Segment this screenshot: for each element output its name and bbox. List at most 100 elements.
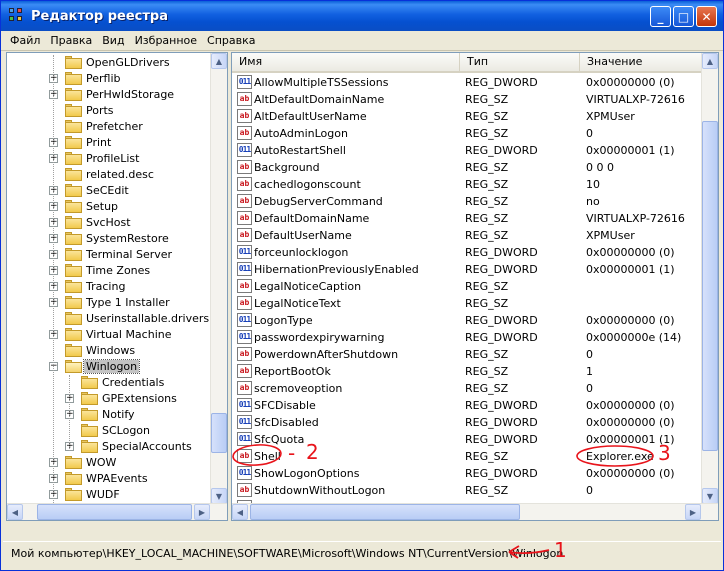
tree-item[interactable]: Credentials	[7, 375, 212, 391]
minimize-button[interactable]: _	[650, 6, 671, 27]
menu-view[interactable]: Вид	[97, 34, 129, 47]
tree-item-label[interactable]: Winlogon	[82, 359, 141, 374]
scroll-up-arrow-icon[interactable]: ▲	[211, 53, 227, 69]
list-vertical-scrollbar[interactable]: ▲ ▼	[701, 53, 718, 504]
menu-edit[interactable]: Правка	[45, 34, 97, 47]
tree-horizontal-scrollbar[interactable]: ◀ ▶	[7, 503, 227, 520]
column-type[interactable]: Тип	[460, 53, 580, 71]
tree-item-label[interactable]: OpenGLDrivers	[84, 56, 172, 69]
tree-item[interactable]: related.desc	[7, 167, 212, 183]
value-row[interactable]: ab LegalNoticeText REG_SZ	[232, 295, 703, 312]
tree-item-label[interactable]: Ports	[84, 104, 116, 117]
tree-item-label[interactable]: WUDF	[84, 488, 122, 501]
tree-item[interactable]: − Winlogon	[7, 359, 212, 375]
tree-item-label[interactable]: PerHwIdStorage	[84, 88, 176, 101]
tree-item-label[interactable]: Perflib	[84, 72, 123, 85]
tree-item[interactable]: + WUDF	[7, 487, 212, 503]
tree-item[interactable]: OpenGLDrivers	[7, 55, 212, 71]
list-scroll-up-arrow-icon[interactable]: ▲	[702, 53, 718, 69]
tree-item-label[interactable]: Prefetcher	[84, 120, 145, 133]
tree-item-label[interactable]: SeCEdit	[84, 184, 131, 197]
tree-item[interactable]: SCLogon	[7, 423, 212, 439]
maximize-button[interactable]: □	[673, 6, 694, 27]
value-row[interactable]: ab Background REG_SZ 0 0 0	[232, 159, 703, 176]
tree-item-label[interactable]: Terminal Server	[84, 248, 174, 261]
tree-item-label[interactable]: Notify	[100, 408, 137, 421]
list-scroll-thumb[interactable]	[702, 121, 718, 451]
tree-item[interactable]: + GPExtensions	[7, 391, 212, 407]
tree-item-label[interactable]: WOW	[84, 456, 118, 469]
value-row[interactable]: ab AltDefaultDomainName REG_SZ VIRTUALXP-72…	[232, 91, 703, 108]
tree-item[interactable]: Ports	[7, 103, 212, 119]
tree-item-label[interactable]: ProfileList	[84, 152, 141, 165]
close-button[interactable]: ✕	[696, 6, 717, 27]
value-row[interactable]: ab AutoAdminLogon REG_SZ 0	[232, 125, 703, 142]
list-hscroll-thumb[interactable]	[250, 504, 520, 520]
value-row[interactable]: ab Shell REG_SZ Explorer.exe	[232, 448, 703, 465]
list-scroll-down-arrow-icon[interactable]: ▼	[702, 488, 718, 504]
value-row[interactable]: 011 HibernationPreviouslyEnabled REG_DWORD…	[232, 261, 703, 278]
tree-item-label[interactable]: Setup	[84, 200, 120, 213]
tree-item[interactable]: + Print	[7, 135, 212, 151]
value-row[interactable]: 011 LogonType REG_DWORD 0x00000000 (0)	[232, 312, 703, 329]
tree-item-label[interactable]: SystemRestore	[84, 232, 171, 245]
tree-hscroll-thumb[interactable]	[37, 504, 192, 520]
tree-item-label[interactable]: Userinstallable.drivers	[84, 312, 211, 325]
tree-item[interactable]: + PerHwIdStorage	[7, 87, 212, 103]
value-row[interactable]: ab scremoveoption REG_SZ 0	[232, 380, 703, 397]
tree-item[interactable]: Prefetcher	[7, 119, 212, 135]
column-name[interactable]: Имя	[232, 53, 460, 71]
value-row[interactable]: ab DebugServerCommand REG_SZ no	[232, 193, 703, 210]
value-row[interactable]: ab LegalNoticeCaption REG_SZ	[232, 278, 703, 295]
tree-item-label[interactable]: Time Zones	[84, 264, 152, 277]
tree-item[interactable]: + Virtual Machine	[7, 327, 212, 343]
value-row[interactable]: 011 AutoRestartShell REG_DWORD 0x00000001 (…	[232, 142, 703, 159]
tree-item[interactable]: + Time Zones	[7, 263, 212, 279]
tree-item[interactable]: + SystemRestore	[7, 231, 212, 247]
value-row[interactable]: 011 passwordexpirywarning REG_DWORD 0x00000…	[232, 329, 703, 346]
tree-item[interactable]: + SvcHost	[7, 215, 212, 231]
tree-item[interactable]: Userinstallable.drivers	[7, 311, 212, 327]
title-bar[interactable]: Редактор реестра _ □ ✕	[1, 1, 723, 31]
scroll-down-arrow-icon[interactable]: ▼	[211, 488, 227, 504]
tree-item[interactable]: + ProfileList	[7, 151, 212, 167]
tree-item[interactable]: + Perflib	[7, 71, 212, 87]
value-row[interactable]: ab cachedlogonscount REG_SZ 10	[232, 176, 703, 193]
value-row[interactable]: 011 ShowLogonOptions REG_DWORD 0x00000000 (…	[232, 465, 703, 482]
tree-item[interactable]: + Type 1 Installer	[7, 295, 212, 311]
value-row[interactable]: ab DefaultDomainName REG_SZ VIRTUALXP-72616	[232, 210, 703, 227]
tree-item-label[interactable]: Virtual Machine	[84, 328, 174, 341]
value-row[interactable]: ab ShutdownWithoutLogon REG_SZ 0	[232, 482, 703, 499]
tree-item-label[interactable]: WPAEvents	[84, 472, 150, 485]
tree-item-label[interactable]: Type 1 Installer	[84, 296, 172, 309]
column-value[interactable]: Значение	[580, 53, 703, 71]
list-scroll-left-arrow-icon[interactable]: ◀	[232, 504, 248, 520]
value-row[interactable]: 011 SfcQuota REG_DWORD 0x00000001 (1)	[232, 431, 703, 448]
value-row[interactable]: 011 AllowMultipleTSSessions REG_DWORD 0x000…	[232, 74, 703, 91]
value-row[interactable]: 011 SfcDisabled REG_DWORD 0x00000000 (0)	[232, 414, 703, 431]
tree-item-label[interactable]: SvcHost	[84, 216, 133, 229]
tree-item-label[interactable]: SCLogon	[100, 424, 152, 437]
tree-item[interactable]: + WPAEvents	[7, 471, 212, 487]
menu-favorites[interactable]: Избранное	[130, 34, 202, 47]
value-row[interactable]: 011 forceunlocklogon REG_DWORD 0x00000000 (…	[232, 244, 703, 261]
value-row[interactable]: ab PowerdownAfterShutdown REG_SZ 0	[232, 346, 703, 363]
tree-item[interactable]: + Setup	[7, 199, 212, 215]
value-row[interactable]: ab ReportBootOk REG_SZ 1	[232, 363, 703, 380]
tree-item-label[interactable]: GPExtensions	[100, 392, 179, 405]
menu-file[interactable]: Файл	[5, 34, 45, 47]
tree-item-label[interactable]: Tracing	[84, 280, 127, 293]
tree-vertical-scrollbar[interactable]: ▲ ▼	[210, 53, 227, 504]
tree-item[interactable]: + WOW	[7, 455, 212, 471]
value-row[interactable]: ab AltDefaultUserName REG_SZ XPMUser	[232, 108, 703, 125]
registry-tree[interactable]: OpenGLDrivers + Perflib + PerHwIdStorage Port…	[6, 52, 228, 521]
tree-item-label[interactable]: related.desc	[84, 168, 156, 181]
values-list[interactable]: Имя Тип Значение 011 AllowMultipleTSSessi…	[231, 52, 719, 521]
tree-item[interactable]: + SpecialAccounts	[7, 439, 212, 455]
tree-item-label[interactable]: Print	[84, 136, 113, 149]
value-row[interactable]: ab DefaultUserName REG_SZ XPMUser	[232, 227, 703, 244]
list-horizontal-scrollbar[interactable]: ◀ ▶	[232, 503, 718, 520]
tree-item[interactable]: + Tracing	[7, 279, 212, 295]
tree-item-label[interactable]: SpecialAccounts	[100, 440, 194, 453]
scroll-left-arrow-icon[interactable]: ◀	[7, 504, 23, 520]
